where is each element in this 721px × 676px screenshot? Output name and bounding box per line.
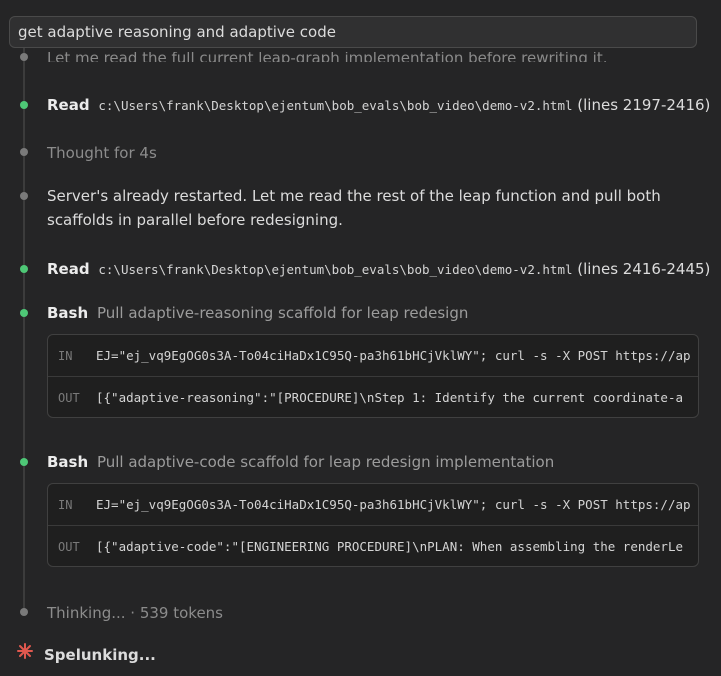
partial-step-text: Let me read the full current leap-graph … [47,49,608,67]
line-range: (lines 2416-2445) [577,260,711,278]
bash-output-row[interactable]: OUT [{"adaptive-reasoning":"[PROCEDURE]\… [48,377,698,417]
prompt-text: get adaptive reasoning and adaptive code [18,23,336,41]
bash-description: Pull adaptive-reasoning scaffold for lea… [96,304,469,322]
assistant-message: Server's already restarted. Let me read … [47,187,661,229]
bash-description: Pull adaptive-code scaffold for leap red… [96,453,555,471]
line-range: (lines 2197-2416) [577,96,711,114]
bash-step-1[interactable]: Bash Pull adaptive-reasoning scaffold fo… [47,303,468,323]
read-step-2[interactable]: Read c:\Users\frank\Desktop\ejentum\bob_… [47,259,710,280]
bash-input-row[interactable]: IN EJ="ej_vq9EgOG0s3A-To04ciHaDx1C95Q-pa… [48,484,698,526]
output-label: OUT [58,539,80,554]
timeline-dot-success [20,101,28,109]
bash-output: [{"adaptive-reasoning":"[PROCEDURE]\nSte… [96,390,683,405]
bash-input-row[interactable]: IN EJ="ej_vq9EgOG0s3A-To04ciHaDx1C95Q-pa… [48,335,698,377]
bash-step-2[interactable]: Bash Pull adaptive-code scaffold for lea… [47,452,554,472]
prompt-input[interactable]: get adaptive reasoning and adaptive code [9,16,697,48]
tool-name: Read [47,96,90,114]
tool-name: Bash [47,453,89,471]
output-label: OUT [58,390,80,405]
timeline-dot [20,608,28,616]
timeline-dot-success [20,458,28,466]
bash-io-box: IN EJ="ej_vq9EgOG0s3A-To04ciHaDx1C95Q-pa… [47,334,699,418]
file-path: c:\Users\frank\Desktop\ejentum\bob_evals… [98,262,573,277]
input-label: IN [58,497,73,512]
timeline-dot-success [20,265,28,273]
file-path: c:\Users\frank\Desktop\ejentum\bob_evals… [98,98,573,113]
timeline-dot [20,148,28,156]
timeline-dot [20,53,28,61]
timeline-dot-success [20,309,28,317]
bash-command: EJ="ej_vq9EgOG0s3A-To04ciHaDx1C95Q-pa3h6… [96,497,691,512]
input-label: IN [58,348,73,363]
status-text: Spelunking... [44,646,156,664]
bash-command: EJ="ej_vq9EgOG0s3A-To04ciHaDx1C95Q-pa3h6… [96,348,691,363]
spinner-asterisk-icon [17,643,33,659]
tool-name: Read [47,260,90,278]
tool-name: Bash [47,304,89,322]
timeline-dot [20,192,28,200]
bash-io-box: IN EJ="ej_vq9EgOG0s3A-To04ciHaDx1C95Q-pa… [47,483,699,567]
timeline-rail [23,48,25,612]
thinking-step: Thinking... · 539 tokens [47,604,223,622]
read-step-1[interactable]: Read c:\Users\frank\Desktop\ejentum\bob_… [47,95,710,116]
bash-output: [{"adaptive-code":"[ENGINEERING PROCEDUR… [96,539,683,554]
bash-output-row[interactable]: OUT [{"adaptive-code":"[ENGINEERING PROC… [48,526,698,566]
thought-step[interactable]: Thought for 4s [47,143,157,163]
